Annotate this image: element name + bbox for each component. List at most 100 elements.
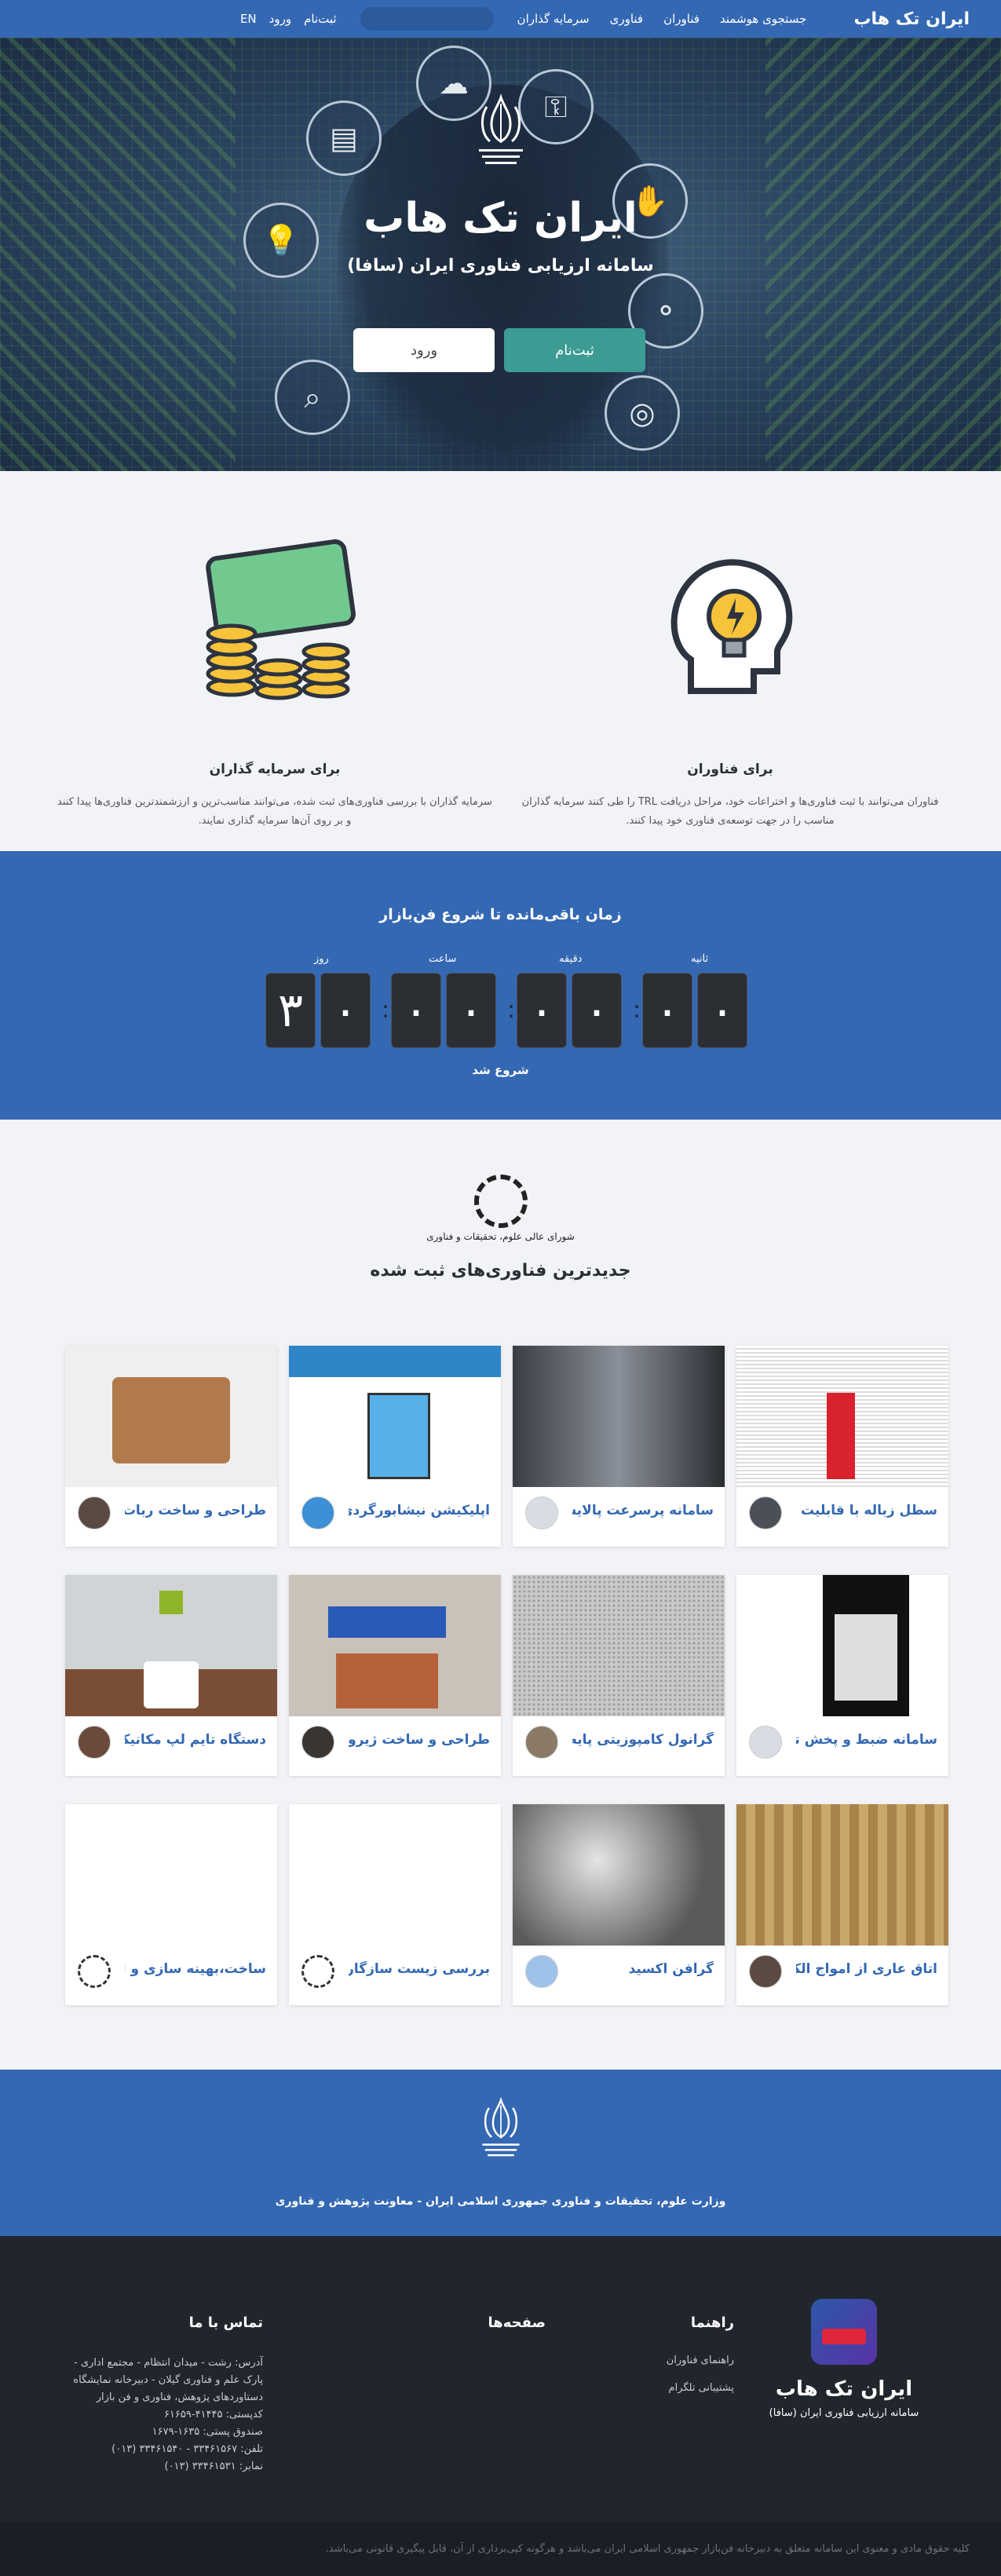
- coins-icon: ◎: [605, 375, 680, 451]
- search-input[interactable]: [360, 7, 494, 31]
- footer-pages-column: صفحه‌ها: [373, 2315, 546, 2355]
- technology-image: [289, 1804, 501, 1946]
- digit-minutes-ones: ۰: [572, 973, 622, 1048]
- technology-title[interactable]: ساخت،بهینه سازی و اس...: [125, 1961, 266, 1977]
- main-menu: جستجوی هوشمند فناوران فناوری سرمایه گذار…: [517, 12, 807, 26]
- footer-pages-title: صفحه‌ها: [488, 2315, 546, 2331]
- contact-line: صندوق پستی: ۱۶۳۵-۱۶۷۹: [152, 2426, 263, 2438]
- technology-title[interactable]: بررسی زیست سازگاری و...: [349, 1961, 490, 1977]
- technology-card[interactable]: دستگاه تایم لپ مکانیکی...: [65, 1575, 277, 1776]
- feature-technologists: برای فناوران فناوران می‌توانند با ثبت فن…: [510, 534, 950, 831]
- label-minutes: دقیقه: [559, 953, 583, 965]
- latest-technologies-section: شورای عالی علوم، تحقیقات و فناوری جدیدتر…: [0, 1120, 1001, 2070]
- login-link[interactable]: ورود: [269, 12, 291, 26]
- digit-hours-ones: ۰: [446, 973, 496, 1048]
- technology-title[interactable]: گرانول کامپوزیتی پایه پل...: [572, 1732, 714, 1748]
- circuit-pattern-right: [765, 38, 1001, 471]
- technology-image: [289, 1346, 501, 1487]
- technology-card[interactable]: طراحی و ساخت ربات مسی...: [65, 1346, 277, 1547]
- technology-card[interactable]: ساخت،بهینه سازی و اس...: [65, 1804, 277, 2005]
- footer-contact-column: تماس با ما آدرس: رشت - میدان انتظام - مج…: [59, 2315, 263, 2476]
- ministry-text: وزارت علوم، تحقیقات و فناوری جمهوری اسلا…: [275, 2195, 726, 2208]
- footer: ایران تک هاب سامانه ارزیابی فناوری ایران…: [0, 2236, 1001, 2522]
- technology-title[interactable]: سامانه ضبط و پخش ترا...: [796, 1732, 937, 1748]
- guide-technologists-link[interactable]: راهنمای فناوران: [561, 2355, 734, 2366]
- technology-card[interactable]: سطل زباله با قابلیت تفک...: [736, 1346, 948, 1547]
- countdown-section: زمان باقی‌مانده تا شروع فن‌بازار ثانیه د…: [0, 851, 1001, 1120]
- contact-line: پارک علم و فناوری گیلان - دبیرخانه نمایش…: [73, 2374, 263, 2386]
- technology-title[interactable]: گرافن اکسید: [572, 1961, 714, 1977]
- feature-investors-title: برای سرمایه گذاران: [209, 762, 341, 777]
- register-button[interactable]: ثبت‌نام: [504, 328, 645, 372]
- technology-card[interactable]: بررسی زیست سازگاری و...: [289, 1804, 501, 2005]
- technology-image: [513, 1575, 725, 1716]
- menu-technology[interactable]: فناوری: [610, 12, 644, 26]
- technology-image: [65, 1346, 277, 1487]
- technology-card[interactable]: گرانول کامپوزیتی پایه پل...: [513, 1575, 725, 1776]
- owner-avatar: [749, 1496, 782, 1529]
- contact-line: آدرس: رشت - میدان انتظام - مجتمع اداری -: [74, 2357, 263, 2369]
- owner-avatar: [301, 1726, 334, 1759]
- feature-investors: برای سرمایه گذاران سرمایه گذاران با بررس…: [55, 534, 495, 831]
- owner-avatar: [78, 1726, 111, 1759]
- site-brand[interactable]: ایران تک هاب: [853, 9, 970, 29]
- owner-avatar: [301, 1955, 334, 1988]
- label-hours: ساعت: [429, 953, 457, 965]
- language-switch[interactable]: EN: [240, 12, 257, 26]
- register-link[interactable]: ثبت‌نام: [304, 12, 336, 26]
- digit-days-tens: ۳: [265, 973, 316, 1048]
- features-section: برای فناوران فناوران می‌توانند با ثبت فن…: [0, 471, 1001, 851]
- countdown-status: شروع شد: [472, 1063, 529, 1077]
- technology-title[interactable]: سطل زباله با قابلیت تفک...: [796, 1503, 937, 1518]
- technology-title[interactable]: اپلیکیشن نیشابورگردی: [349, 1503, 490, 1518]
- technology-image: [736, 1346, 948, 1487]
- colon-separator: :: [633, 996, 641, 1024]
- feature-technologists-text: فناوران می‌توانند با ثبت فناوری‌ها و اخت…: [521, 796, 939, 827]
- technology-title[interactable]: طراحی و ساخت ربات مسی...: [125, 1503, 266, 1518]
- hero-banner: ☁ ⚿ ▤ ✋ 💡 ⚬ ⌕ ◎ ایران تک هاب سامانه ارزی…: [0, 38, 1001, 471]
- owner-avatar: [301, 1496, 334, 1529]
- technology-card[interactable]: طراحی و ساخت ژیروسک...: [289, 1575, 501, 1776]
- footer-contact-title: تماس با ما: [188, 2315, 263, 2331]
- technology-image: [65, 1804, 277, 1946]
- feature-investors-text: سرمایه گذاران با بررسی فناوری‌های ثبت شد…: [57, 796, 492, 827]
- menu-technologists[interactable]: فناوران: [663, 12, 700, 26]
- technology-card[interactable]: گرافن اکسید: [513, 1804, 725, 2005]
- colon-separator: :: [382, 996, 390, 1024]
- owner-avatar: [749, 1726, 782, 1759]
- telegram-support-link[interactable]: پشتیبانی تلگرام: [561, 2382, 734, 2394]
- menu-investors[interactable]: سرمایه گذاران: [517, 12, 590, 26]
- navbar: ایران تک هاب جستجوی هوشمند فناوران فناور…: [0, 0, 1001, 38]
- technology-title[interactable]: دستگاه تایم لپ مکانیکی...: [125, 1732, 266, 1748]
- menu-smart-search[interactable]: جستجوی هوشمند: [720, 12, 806, 26]
- login-button[interactable]: ورود: [353, 328, 495, 372]
- technology-card[interactable]: سامانه ضبط و پخش ترا...: [736, 1575, 948, 1776]
- countdown-heading: زمان باقی‌مانده تا شروع فن‌بازار: [379, 906, 622, 923]
- iran-emblem-icon: [482, 2096, 520, 2157]
- technology-image: [513, 1804, 725, 1946]
- technology-card[interactable]: اتاق عاری از امواج الکترو...: [736, 1804, 948, 2005]
- technology-title[interactable]: سامانه پرسرعت پالایش ...: [572, 1503, 714, 1518]
- digit-seconds-ones: ۰: [697, 973, 747, 1048]
- contact-line: کدپستی: ۴۱۴۴۵-۶۱۶۵۹: [163, 2409, 263, 2421]
- label-days: روز: [314, 953, 329, 965]
- council-logo-text: شورای عالی علوم، تحقیقات و فناوری: [426, 1231, 575, 1242]
- colon-separator: :: [507, 996, 516, 1024]
- technology-image: [289, 1575, 501, 1716]
- label-seconds: ثانیه: [691, 953, 709, 965]
- technology-card[interactable]: اپلیکیشن نیشابورگردی: [289, 1346, 501, 1547]
- technology-card[interactable]: سامانه پرسرعت پالایش ...: [513, 1346, 725, 1547]
- digit-hours-tens: ۰: [391, 973, 441, 1048]
- brain-lightbulb-icon: [510, 534, 950, 730]
- hero-title: ایران تک هاب: [364, 195, 637, 242]
- technology-title[interactable]: طراحی و ساخت ژیروسک...: [349, 1732, 490, 1748]
- digit-seconds-tens: ۰: [642, 973, 692, 1048]
- owner-avatar: [78, 1955, 111, 1988]
- footer-brand: ایران تک هاب سامانه ارزیابی فناوری ایران…: [750, 2299, 938, 2419]
- contact-line: نمابر: ۳۳۴۶۱۵۳۱ (۰۱۳): [164, 2461, 263, 2472]
- footer-guide-column: راهنما راهنمای فناوران پشتیبانی تلگرام: [561, 2315, 734, 2410]
- countdown-labels: ثانیه دقیقه ساعت روز: [0, 953, 1001, 969]
- technology-title[interactable]: اتاق عاری از امواج الکترو...: [796, 1961, 937, 1977]
- digit-minutes-tens: ۰: [517, 973, 567, 1048]
- footer-brand-subtitle: سامانه ارزیابی فناوری ایران (سافا): [769, 2407, 919, 2419]
